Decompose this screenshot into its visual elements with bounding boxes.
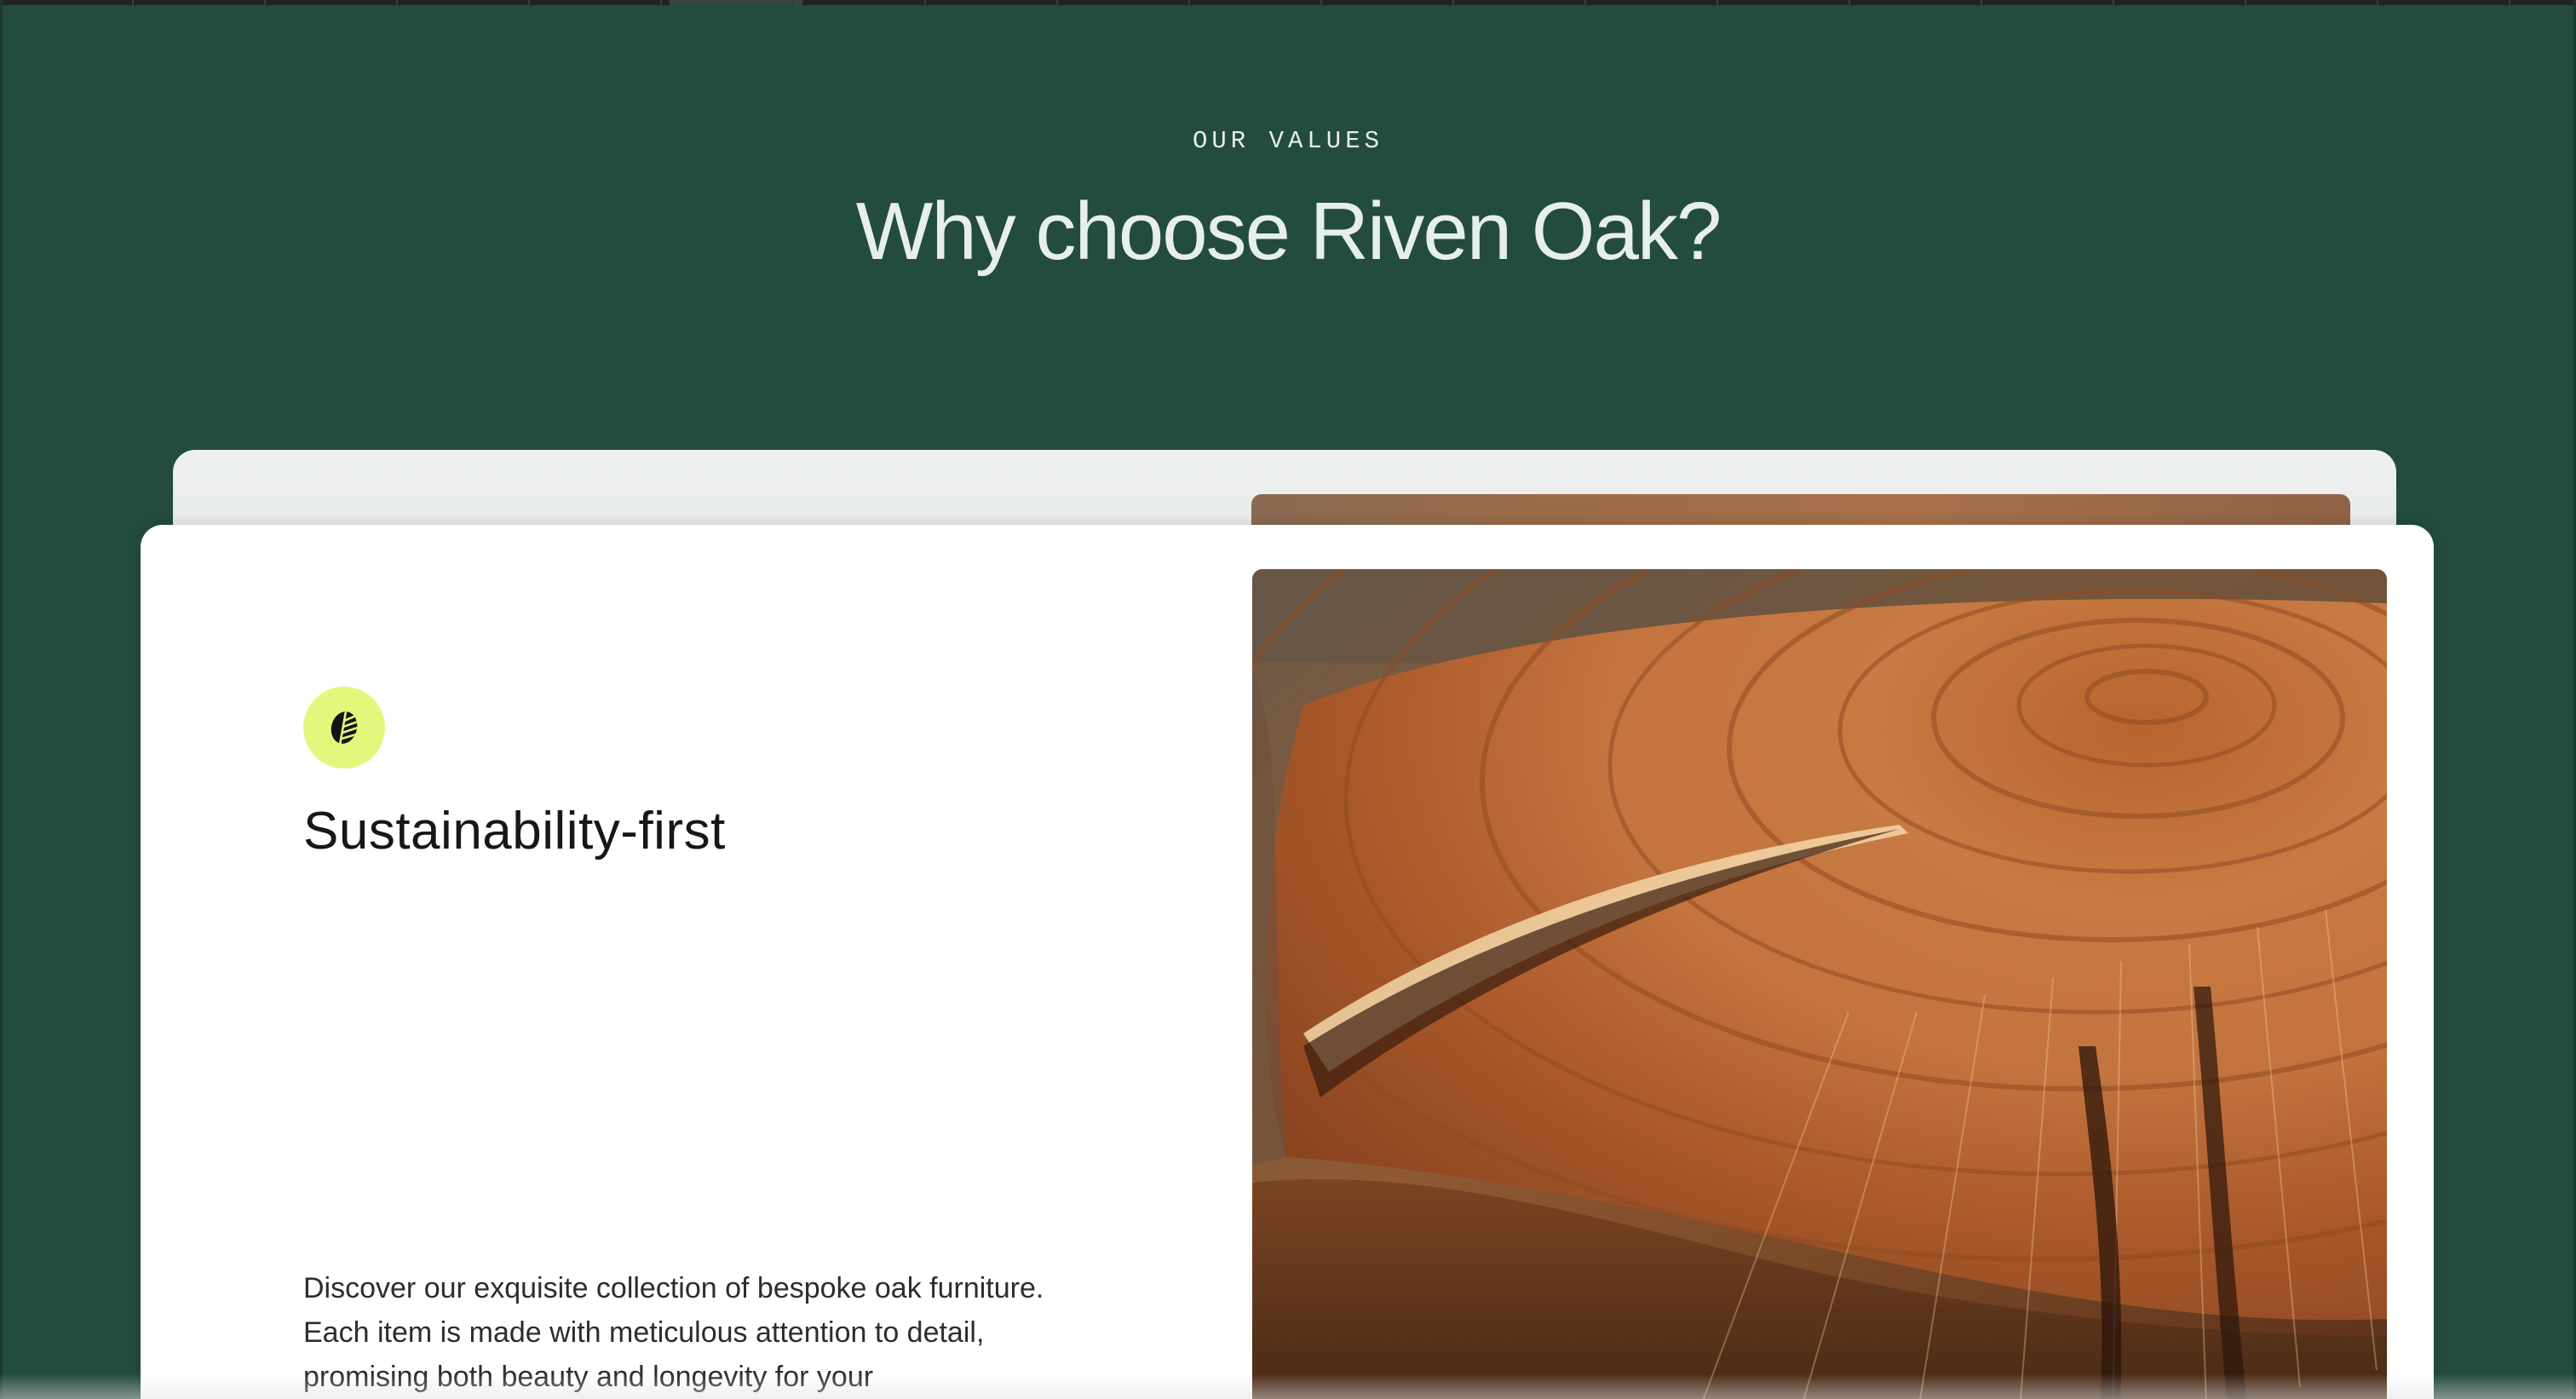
top-strip-divider bbox=[264, 0, 266, 5]
top-strip-divider bbox=[1849, 0, 1850, 5]
top-strip-divider bbox=[1584, 0, 1586, 5]
top-strip-divider bbox=[1056, 0, 1058, 5]
top-scroll-track bbox=[0, 0, 2576, 5]
top-strip-divider bbox=[1320, 0, 1322, 5]
section-title: Why choose Riven Oak? bbox=[855, 186, 1722, 277]
top-strip-divider bbox=[2509, 0, 2510, 5]
top-scroll-indicator bbox=[670, 0, 802, 5]
feature-card: Sustainability-first Discover our exquis… bbox=[141, 525, 2434, 1399]
feature-description: Discover our exquisite collection of bes… bbox=[303, 1272, 1044, 1393]
top-strip-divider bbox=[396, 0, 398, 5]
top-strip-divider bbox=[2245, 0, 2246, 5]
top-strip-divider bbox=[1452, 0, 1454, 5]
oak-stump-photo bbox=[1252, 569, 2387, 1399]
feature-title: Sustainability-first bbox=[303, 802, 726, 861]
top-strip-divider bbox=[1188, 0, 1190, 5]
top-strip-divider bbox=[660, 0, 662, 5]
top-strip-divider bbox=[1716, 0, 1718, 5]
top-strip-divider bbox=[132, 0, 134, 5]
section-eyebrow: OUR VALUES bbox=[1192, 127, 1384, 155]
top-strip-divider bbox=[792, 0, 794, 5]
top-strip-divider bbox=[2377, 0, 2378, 5]
top-strip-divider bbox=[2113, 0, 2114, 5]
top-strip-divider bbox=[528, 0, 530, 5]
leaf-icon bbox=[303, 687, 385, 769]
top-strip-divider bbox=[1981, 0, 1982, 5]
top-strip-divider bbox=[924, 0, 926, 5]
